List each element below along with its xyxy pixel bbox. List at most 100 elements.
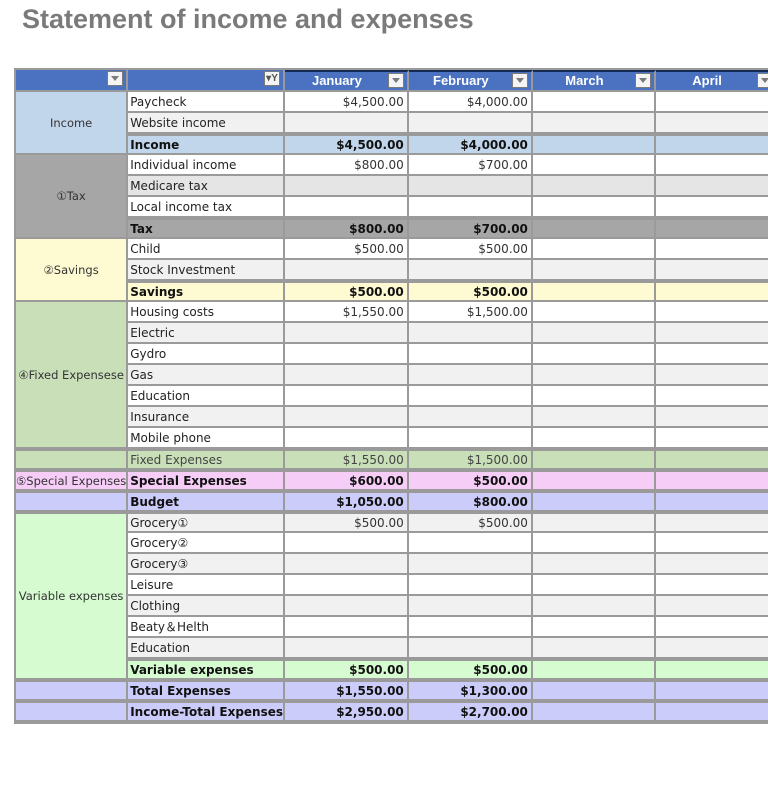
item-label-cell[interactable]: Grocery③ xyxy=(128,554,286,575)
value-cell-february[interactable] xyxy=(408,428,533,449)
item-label-cell[interactable]: Website income xyxy=(128,113,286,134)
value-cell-january[interactable]: $1,050.00 xyxy=(285,491,409,512)
value-cell-february[interactable] xyxy=(408,617,533,638)
dropdown-arrow-icon[interactable] xyxy=(387,73,404,88)
value-cell-february[interactable]: $700.00 xyxy=(408,155,533,176)
value-cell-april[interactable] xyxy=(655,218,768,239)
value-cell-april[interactable] xyxy=(655,449,768,470)
value-cell-february[interactable]: $1,500.00 xyxy=(408,449,533,470)
value-cell-april[interactable] xyxy=(655,617,768,638)
value-cell-january[interactable]: $500.00 xyxy=(285,512,409,533)
value-cell-january[interactable]: $1,550.00 xyxy=(285,680,409,701)
value-cell-march[interactable] xyxy=(532,428,656,449)
item-label-cell[interactable]: Income-Total Expenses xyxy=(128,701,286,722)
value-cell-january[interactable] xyxy=(285,428,409,449)
group-label-variable[interactable]: Variable expenses xyxy=(16,512,129,680)
value-cell-january[interactable]: $4,500.00 xyxy=(285,92,409,113)
value-cell-march[interactable] xyxy=(532,596,656,617)
value-cell-february[interactable] xyxy=(408,638,533,659)
item-label-cell[interactable]: Gydro xyxy=(128,344,286,365)
value-cell-february[interactable] xyxy=(408,386,533,407)
value-cell-april[interactable] xyxy=(655,260,768,281)
item-label-cell[interactable]: Special Expenses xyxy=(128,470,286,491)
value-cell-march[interactable] xyxy=(532,554,656,575)
value-cell-february[interactable] xyxy=(408,323,533,344)
value-cell-february[interactable] xyxy=(408,344,533,365)
value-cell-january[interactable] xyxy=(285,344,409,365)
group-label-tax[interactable]: ①Tax xyxy=(16,155,129,239)
value-cell-march[interactable] xyxy=(532,365,656,386)
item-label-cell[interactable]: Budget xyxy=(128,491,286,512)
item-label-cell[interactable]: Grocery① xyxy=(128,512,286,533)
item-label-cell[interactable]: Child xyxy=(128,239,286,260)
value-cell-march[interactable] xyxy=(532,386,656,407)
item-label-cell[interactable]: Beaty＆Helth xyxy=(128,617,286,638)
value-cell-february[interactable] xyxy=(408,554,533,575)
value-cell-january[interactable]: $800.00 xyxy=(285,155,409,176)
value-cell-february[interactable]: $700.00 xyxy=(408,218,533,239)
value-cell-april[interactable] xyxy=(655,113,768,134)
value-cell-january[interactable] xyxy=(285,176,409,197)
item-label-cell[interactable]: Variable expenses xyxy=(128,659,286,680)
group-label-income[interactable]: Income xyxy=(16,92,129,155)
value-cell-april[interactable] xyxy=(655,344,768,365)
item-label-cell[interactable]: Clothing xyxy=(128,596,286,617)
value-cell-january[interactable] xyxy=(285,113,409,134)
value-cell-march[interactable] xyxy=(532,323,656,344)
value-cell-february[interactable]: $4,000.00 xyxy=(408,92,533,113)
value-cell-march[interactable] xyxy=(532,407,656,428)
value-cell-march[interactable] xyxy=(532,533,656,554)
value-cell-february[interactable]: $500.00 xyxy=(408,659,533,680)
item-label-cell[interactable]: Income xyxy=(128,134,286,155)
item-label-cell[interactable]: Medicare tax xyxy=(128,176,286,197)
value-cell-april[interactable] xyxy=(655,92,768,113)
value-cell-january[interactable] xyxy=(285,386,409,407)
value-cell-april[interactable] xyxy=(655,281,768,302)
value-cell-february[interactable]: $1,500.00 xyxy=(408,302,533,323)
value-cell-april[interactable] xyxy=(655,596,768,617)
value-cell-february[interactable]: $1,300.00 xyxy=(408,680,533,701)
value-cell-march[interactable] xyxy=(532,260,656,281)
value-cell-april[interactable] xyxy=(655,302,768,323)
value-cell-february[interactable]: $2,700.00 xyxy=(408,701,533,722)
value-cell-april[interactable] xyxy=(655,554,768,575)
value-cell-february[interactable] xyxy=(408,596,533,617)
item-label-cell[interactable]: Insurance xyxy=(128,407,286,428)
value-cell-february[interactable]: $500.00 xyxy=(408,239,533,260)
value-cell-april[interactable] xyxy=(655,701,768,722)
value-cell-february[interactable] xyxy=(408,176,533,197)
item-label-cell[interactable]: Paycheck xyxy=(128,92,286,113)
item-label-cell[interactable]: Gas xyxy=(128,365,286,386)
item-label-cell[interactable]: Savings xyxy=(128,281,286,302)
value-cell-april[interactable] xyxy=(655,134,768,155)
group-cell-empty[interactable] xyxy=(16,680,129,701)
value-cell-march[interactable] xyxy=(532,302,656,323)
value-cell-march[interactable] xyxy=(532,113,656,134)
value-cell-april[interactable] xyxy=(655,365,768,386)
value-cell-february[interactable] xyxy=(408,260,533,281)
value-cell-january[interactable] xyxy=(285,575,409,596)
value-cell-march[interactable] xyxy=(532,239,656,260)
value-cell-january[interactable]: $500.00 xyxy=(285,659,409,680)
value-cell-march[interactable] xyxy=(532,491,656,512)
value-cell-february[interactable]: $500.00 xyxy=(408,512,533,533)
group-cell-empty[interactable] xyxy=(16,701,129,722)
value-cell-april[interactable] xyxy=(655,239,768,260)
value-cell-january[interactable] xyxy=(285,407,409,428)
value-cell-january[interactable] xyxy=(285,260,409,281)
value-cell-april[interactable] xyxy=(655,533,768,554)
value-cell-march[interactable] xyxy=(532,281,656,302)
value-cell-march[interactable] xyxy=(532,176,656,197)
item-label-cell[interactable]: Education xyxy=(128,386,286,407)
value-cell-january[interactable] xyxy=(285,323,409,344)
item-label-cell[interactable]: Grocery② xyxy=(128,533,286,554)
value-cell-april[interactable] xyxy=(655,512,768,533)
group-cell-empty[interactable] xyxy=(16,449,129,470)
group-cell-empty[interactable] xyxy=(16,491,129,512)
value-cell-march[interactable] xyxy=(532,617,656,638)
item-label-cell[interactable]: Local income tax xyxy=(128,197,286,218)
value-cell-january[interactable]: $800.00 xyxy=(285,218,409,239)
value-cell-january[interactable]: $600.00 xyxy=(285,470,409,491)
value-cell-february[interactable] xyxy=(408,197,533,218)
value-cell-february[interactable] xyxy=(408,575,533,596)
